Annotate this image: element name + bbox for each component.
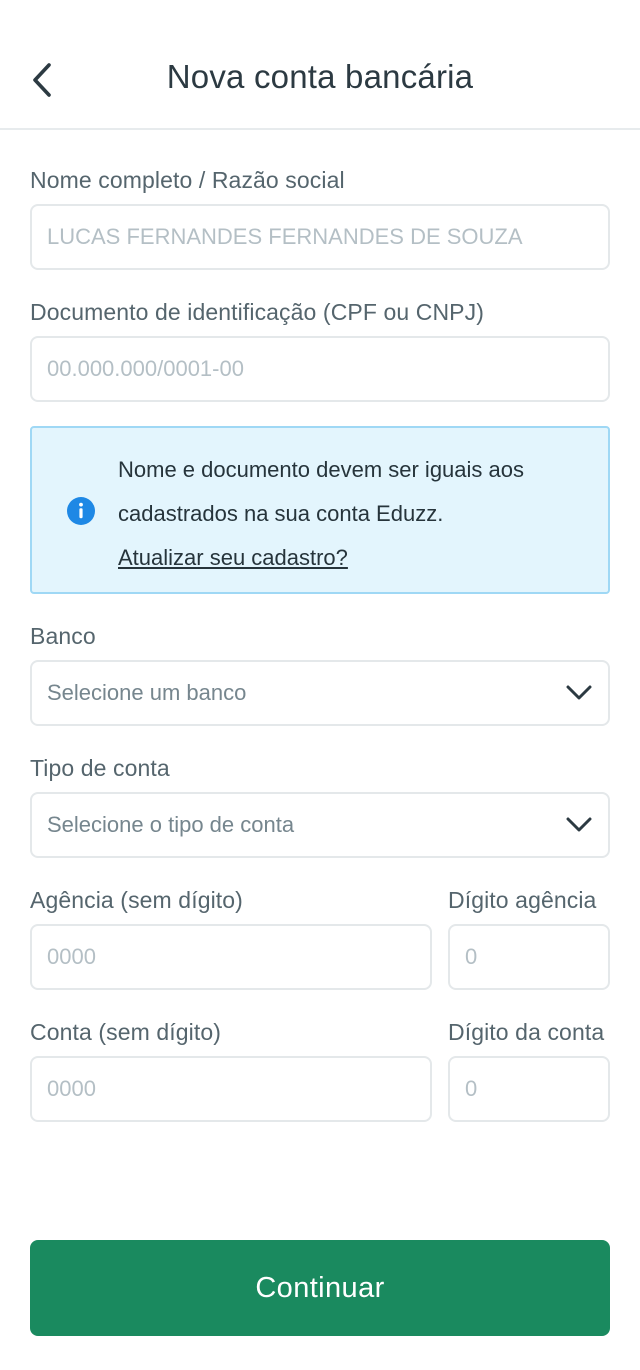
continue-button[interactable]: Continuar	[30, 1240, 610, 1336]
chevron-down-icon	[565, 679, 593, 707]
agency-input[interactable]	[47, 944, 415, 970]
header: Nova conta bancária	[0, 0, 640, 130]
account-digit-field-box	[448, 1056, 610, 1122]
name-input[interactable]	[47, 224, 593, 250]
info-icon	[67, 497, 95, 525]
agency-digit-input[interactable]	[465, 944, 593, 970]
account-input[interactable]	[47, 1076, 415, 1102]
name-field-box	[30, 204, 610, 270]
document-field-box	[30, 336, 610, 402]
page-title: Nova conta bancária	[166, 58, 474, 95]
bank-label: Banco	[30, 623, 96, 649]
chevron-down-icon	[565, 811, 593, 839]
update-registration-link[interactable]: Atualizar seu cadastro?	[118, 536, 348, 580]
account-field-box	[30, 1056, 432, 1122]
new-bank-account-screen: Nova conta bancária Nome completo / Razã…	[0, 0, 640, 1370]
account-digit-input[interactable]	[465, 1076, 593, 1102]
agency-digit-label: Dígito agência	[448, 887, 597, 913]
agency-label: Agência (sem dígito)	[30, 887, 243, 913]
document-input[interactable]	[47, 356, 593, 382]
account-digit-label: Dígito da conta	[448, 1019, 605, 1045]
info-message: Nome e documento devem ser iguais aos ca…	[118, 457, 524, 526]
info-text-block: Nome e documento devem ser iguais aos ca…	[118, 448, 588, 580]
agency-field-box	[30, 924, 432, 990]
bank-select-value: Selecione um banco	[47, 680, 247, 705]
account-type-select-value: Selecione o tipo de conta	[47, 812, 295, 837]
account-type-select[interactable]: Selecione o tipo de conta	[30, 792, 610, 858]
account-label: Conta (sem dígito)	[30, 1019, 221, 1045]
info-notice: Nome e documento devem ser iguais aos ca…	[30, 426, 610, 594]
name-label: Nome completo / Razão social	[30, 167, 345, 193]
agency-digit-field-box	[448, 924, 610, 990]
account-type-label: Tipo de conta	[30, 755, 170, 781]
document-label: Documento de identificação (CPF ou CNPJ)	[30, 299, 484, 325]
bank-select[interactable]: Selecione um banco	[30, 660, 610, 726]
